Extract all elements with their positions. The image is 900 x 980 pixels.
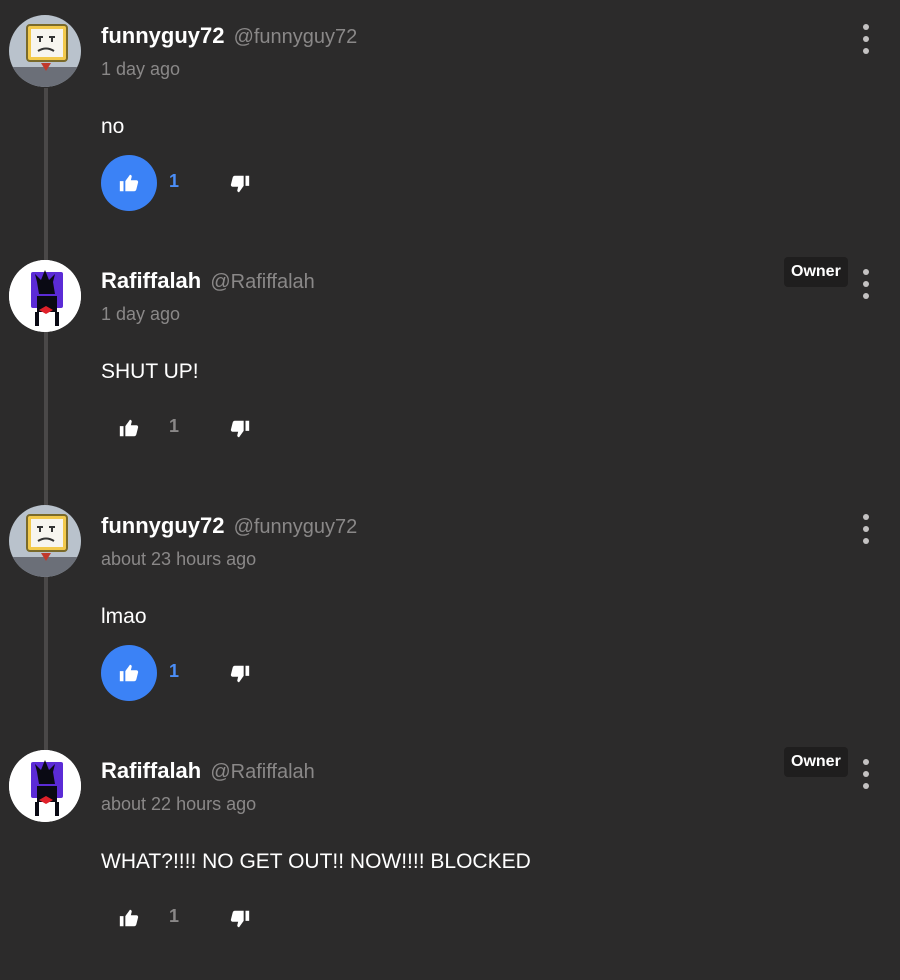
avatar[interactable] [9, 260, 81, 332]
comment-text: no [101, 115, 125, 138]
more-options-icon[interactable] [860, 514, 872, 544]
thumbs-down-icon [230, 910, 250, 928]
like-button[interactable] [101, 155, 157, 211]
like-count: 1 [169, 416, 180, 436]
like-button[interactable] [101, 890, 157, 946]
purple-box-character-icon [9, 260, 81, 332]
timestamp: 1 day ago [101, 304, 181, 324]
display-name[interactable]: funnyguy72 [101, 23, 224, 48]
comment-text: SHUT UP! [101, 360, 199, 383]
thumbs-up-icon [119, 419, 139, 437]
comment: funnyguy72 @funnyguy72 about 23 hours ag… [0, 490, 900, 735]
more-options-icon[interactable] [860, 759, 872, 789]
comment-actions: 1 [101, 155, 271, 211]
comment-text: lmao [101, 605, 147, 628]
like-button[interactable] [101, 645, 157, 701]
thumbs-down-icon [230, 420, 250, 438]
display-name[interactable]: funnyguy72 [101, 513, 224, 538]
dislike-button[interactable] [227, 661, 253, 687]
avatar[interactable] [9, 750, 81, 822]
thumbs-up-icon [119, 174, 139, 192]
purple-box-character-icon [9, 750, 81, 822]
comment-header: funnyguy72 @funnyguy72 [101, 23, 357, 49]
comment-actions: 1 [101, 400, 271, 456]
comment-actions: 1 [101, 645, 271, 701]
comment-header: Rafiffalah @Rafiffalah [101, 758, 315, 784]
display-name[interactable]: Rafiffalah [101, 268, 201, 293]
timestamp: 1 day ago [101, 59, 181, 79]
avatar[interactable] [9, 505, 81, 577]
dislike-button[interactable] [227, 171, 253, 197]
comment-header: funnyguy72 @funnyguy72 [101, 513, 357, 539]
thumbs-up-icon [119, 909, 139, 927]
owner-badge: Owner [784, 747, 848, 777]
yellow-box-character-icon [9, 15, 81, 87]
comment: Rafiffalah @Rafiffalah about 22 hours ag… [0, 735, 900, 980]
yellow-box-character-icon [9, 505, 81, 577]
user-handle[interactable]: @Rafiffalah [210, 761, 314, 783]
thumbs-down-icon [230, 175, 250, 193]
owner-badge: Owner [784, 257, 848, 287]
more-options-icon[interactable] [860, 269, 872, 299]
like-count: 1 [169, 171, 180, 191]
dislike-button[interactable] [227, 906, 253, 932]
user-handle[interactable]: @Rafiffalah [210, 271, 314, 293]
comment: funnyguy72 @funnyguy72 1 day ago no 1 [0, 0, 900, 245]
avatar[interactable] [9, 15, 81, 87]
timestamp: about 22 hours ago [101, 794, 257, 814]
like-count: 1 [169, 906, 180, 926]
like-button[interactable] [101, 400, 157, 456]
display-name[interactable]: Rafiffalah [101, 758, 201, 783]
comment: Rafiffalah @Rafiffalah 1 day ago SHUT UP… [0, 245, 900, 490]
comment-text: WHAT?!!!! NO GET OUT!! NOW!!!! BLOCKED [101, 850, 531, 873]
like-count: 1 [169, 661, 180, 681]
comment-header: Rafiffalah @Rafiffalah [101, 268, 315, 294]
user-handle[interactable]: @funnyguy72 [234, 516, 358, 538]
user-handle[interactable]: @funnyguy72 [234, 26, 358, 48]
dislike-button[interactable] [227, 416, 253, 442]
comment-actions: 1 [101, 890, 271, 946]
timestamp: about 23 hours ago [101, 549, 257, 569]
thumbs-down-icon [230, 665, 250, 683]
thumbs-up-icon [119, 664, 139, 682]
more-options-icon[interactable] [860, 24, 872, 54]
